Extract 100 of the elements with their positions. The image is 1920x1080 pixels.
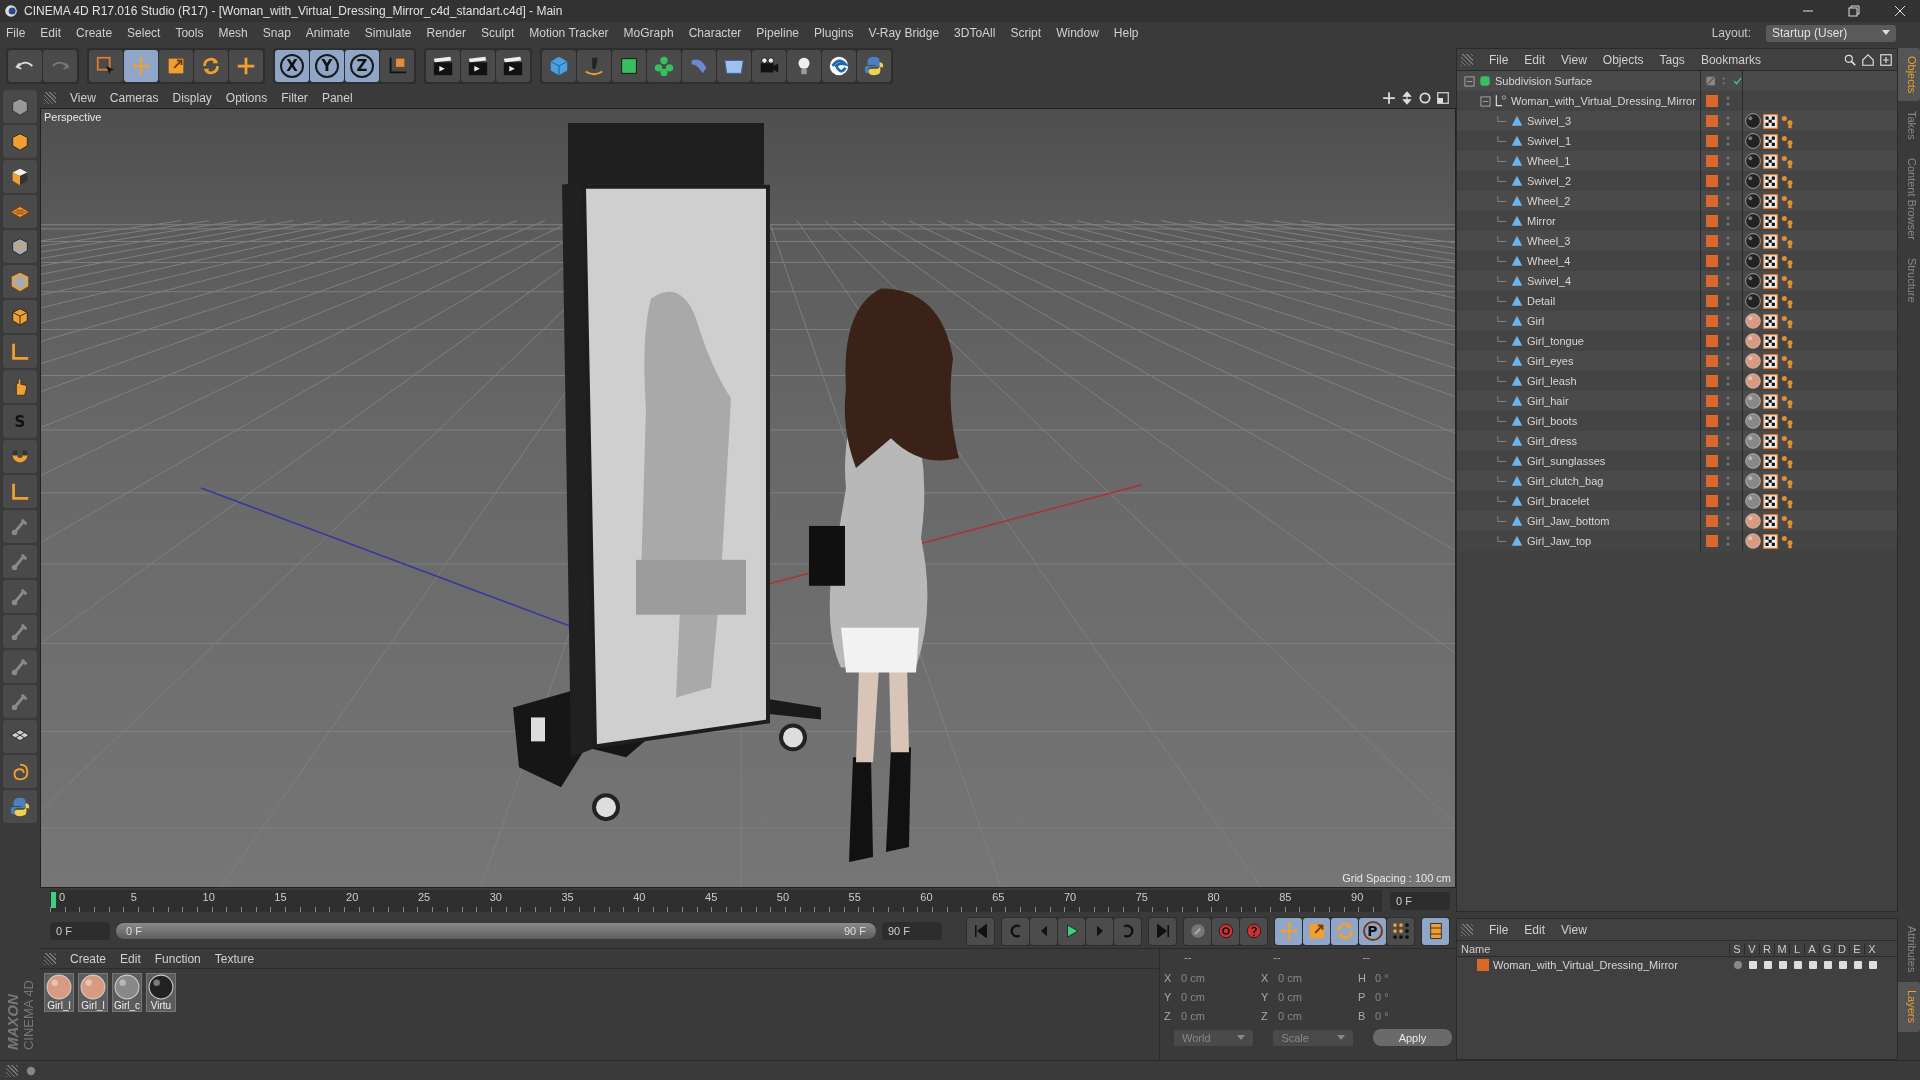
object-row[interactable]: Swivel_3	[1457, 111, 1897, 131]
layer-menu-item[interactable]: Edit	[1524, 922, 1546, 937]
checker-tag-icon[interactable]	[1763, 373, 1778, 389]
pan-icon[interactable]	[1382, 91, 1396, 105]
tool-button[interactable]	[8, 50, 42, 82]
object-row[interactable]: Girl_bracelet	[1457, 491, 1897, 511]
add-panel-icon[interactable]	[1879, 52, 1893, 67]
checker-tag-icon[interactable]	[1763, 293, 1778, 309]
dot-grid-icon[interactable]	[1391, 922, 1410, 940]
menu-item[interactable]: Motion Tracker	[529, 26, 609, 40]
mode-button[interactable]	[3, 790, 37, 823]
checker-tag-icon[interactable]	[1763, 153, 1778, 169]
object-row[interactable]: Girl_boots	[1457, 411, 1897, 431]
tool-button[interactable]	[612, 50, 646, 82]
object-row[interactable]: Detail	[1457, 291, 1897, 311]
object-row[interactable]: Girl_dress	[1457, 431, 1897, 451]
home-icon[interactable]	[1861, 52, 1875, 67]
dots-tag-icon[interactable]	[1780, 393, 1795, 409]
points-cube-icon[interactable]	[9, 235, 31, 258]
pen-icon[interactable]	[583, 55, 605, 77]
tool-button[interactable]	[787, 50, 821, 82]
dots-tag-icon[interactable]	[1780, 433, 1795, 449]
question-icon[interactable]	[1244, 922, 1263, 940]
checker-tag-icon[interactable]	[1763, 493, 1778, 509]
material-thumbnail[interactable]: Virtu	[146, 973, 176, 1012]
checker-tag-icon[interactable]	[1763, 213, 1778, 229]
object-menu-item[interactable]: Bookmarks	[1700, 52, 1761, 67]
checker-tag-icon[interactable]	[1763, 353, 1778, 369]
square-object-icon[interactable]	[618, 55, 640, 77]
dots-tag-icon[interactable]	[1780, 313, 1795, 329]
timeline-ruler[interactable]: 0 5 10 15 20 25 30 35 40 45 50 55 60 65 70 75 80 85 90	[50, 890, 1382, 912]
menu-item[interactable]: V-Ray Bridge	[868, 26, 940, 40]
dots-tag-icon[interactable]	[1780, 353, 1795, 369]
viewport-menu-item[interactable]: Display	[172, 91, 212, 105]
viewport-menu-item[interactable]: Options	[225, 91, 268, 105]
tool-button[interactable]	[380, 50, 414, 82]
tool-button[interactable]	[752, 50, 786, 82]
menu-item[interactable]: Mesh	[218, 26, 248, 40]
menu-item[interactable]: Simulate	[364, 26, 412, 40]
checker-tag-icon[interactable]	[1763, 473, 1778, 489]
cube-icon[interactable]	[548, 55, 570, 77]
object-row[interactable]: Wheel_3	[1457, 231, 1897, 251]
dots-tag-icon[interactable]	[1780, 133, 1795, 149]
dots-tag-icon[interactable]	[1780, 473, 1795, 489]
menu-item[interactable]: Tools	[175, 26, 204, 40]
menu-item[interactable]: Render	[426, 26, 466, 40]
start-frame-field[interactable]: 0 F	[50, 922, 110, 940]
checker-tag-icon[interactable]	[1763, 273, 1778, 289]
dots-tag-icon[interactable]	[1780, 333, 1795, 349]
material-menu-item[interactable]: Function	[154, 951, 201, 966]
model-cube-icon[interactable]	[9, 95, 31, 118]
object-row[interactable]: Wheel_1	[1457, 151, 1897, 171]
playback-button[interactable]	[1387, 917, 1414, 945]
mode-button[interactable]	[3, 230, 37, 263]
mode-button[interactable]	[3, 440, 37, 473]
menu-item[interactable]: Window	[1056, 26, 1099, 40]
menu-item[interactable]: Plugins	[814, 26, 854, 40]
range-slider-bar[interactable]: 0 F 90 F	[116, 923, 876, 939]
object-row[interactable]: Wheel_2	[1457, 191, 1897, 211]
menu-item[interactable]: Create	[76, 26, 113, 40]
checker-tag-icon[interactable]	[1763, 133, 1778, 149]
material-menu-item[interactable]: Texture	[214, 951, 255, 966]
menu-item[interactable]: Animate	[305, 26, 350, 40]
checker-tag-icon[interactable]	[1763, 193, 1778, 209]
record-icon[interactable]	[1216, 922, 1235, 940]
object-row[interactable]: Girl_hair	[1457, 391, 1897, 411]
menu-item[interactable]: Pipeline	[756, 26, 800, 40]
apply-button[interactable]: Apply	[1372, 1029, 1452, 1046]
tool-button[interactable]	[426, 50, 460, 82]
end-frame-field[interactable]: 90 F	[882, 922, 942, 940]
viewport-menu-item[interactable]: Filter	[281, 91, 308, 105]
checker-tag-icon[interactable]	[1763, 313, 1778, 329]
cross-arrows-icon[interactable]	[235, 55, 257, 77]
axis-lock-button[interactable]: Y	[310, 50, 344, 82]
axis-lock-button[interactable]: Z	[345, 50, 379, 82]
tool-button[interactable]	[461, 50, 495, 82]
collapse-box-icon[interactable]	[1464, 75, 1475, 87]
orbit-icon[interactable]	[1418, 91, 1432, 105]
check-icon[interactable]	[1732, 75, 1742, 87]
layer-menu-item[interactable]: File	[1489, 922, 1509, 937]
search-icon[interactable]	[1843, 52, 1857, 67]
dots-tag-icon[interactable]	[1780, 233, 1795, 249]
edges-cube-icon[interactable]	[9, 270, 31, 293]
maximize-icon[interactable]	[1436, 91, 1450, 105]
material-thumbnail[interactable]: Girl_l	[44, 973, 74, 1012]
checker-tag-icon[interactable]	[1763, 113, 1778, 129]
checker-tag-icon[interactable]	[1763, 173, 1778, 189]
dots-tag-icon[interactable]	[1780, 493, 1795, 509]
menu-item[interactable]: File	[6, 26, 26, 40]
parameter-key-button[interactable]: P	[1359, 917, 1386, 945]
menu-item[interactable]: MoGraph	[623, 26, 674, 40]
playback-button[interactable]	[1422, 917, 1449, 945]
object-row[interactable]: Girl_Jaw_bottom	[1457, 511, 1897, 531]
tool-button[interactable]	[822, 50, 856, 82]
swirl-logo-icon[interactable]	[828, 55, 850, 77]
viewport-menu-item[interactable]: Cameras	[109, 91, 159, 105]
checker-tag-icon[interactable]	[1763, 453, 1778, 469]
material-menu-item[interactable]: Edit	[120, 951, 141, 966]
menu-item[interactable]: Sculpt	[480, 26, 515, 40]
object-row[interactable]: Girl_tongue	[1457, 331, 1897, 351]
